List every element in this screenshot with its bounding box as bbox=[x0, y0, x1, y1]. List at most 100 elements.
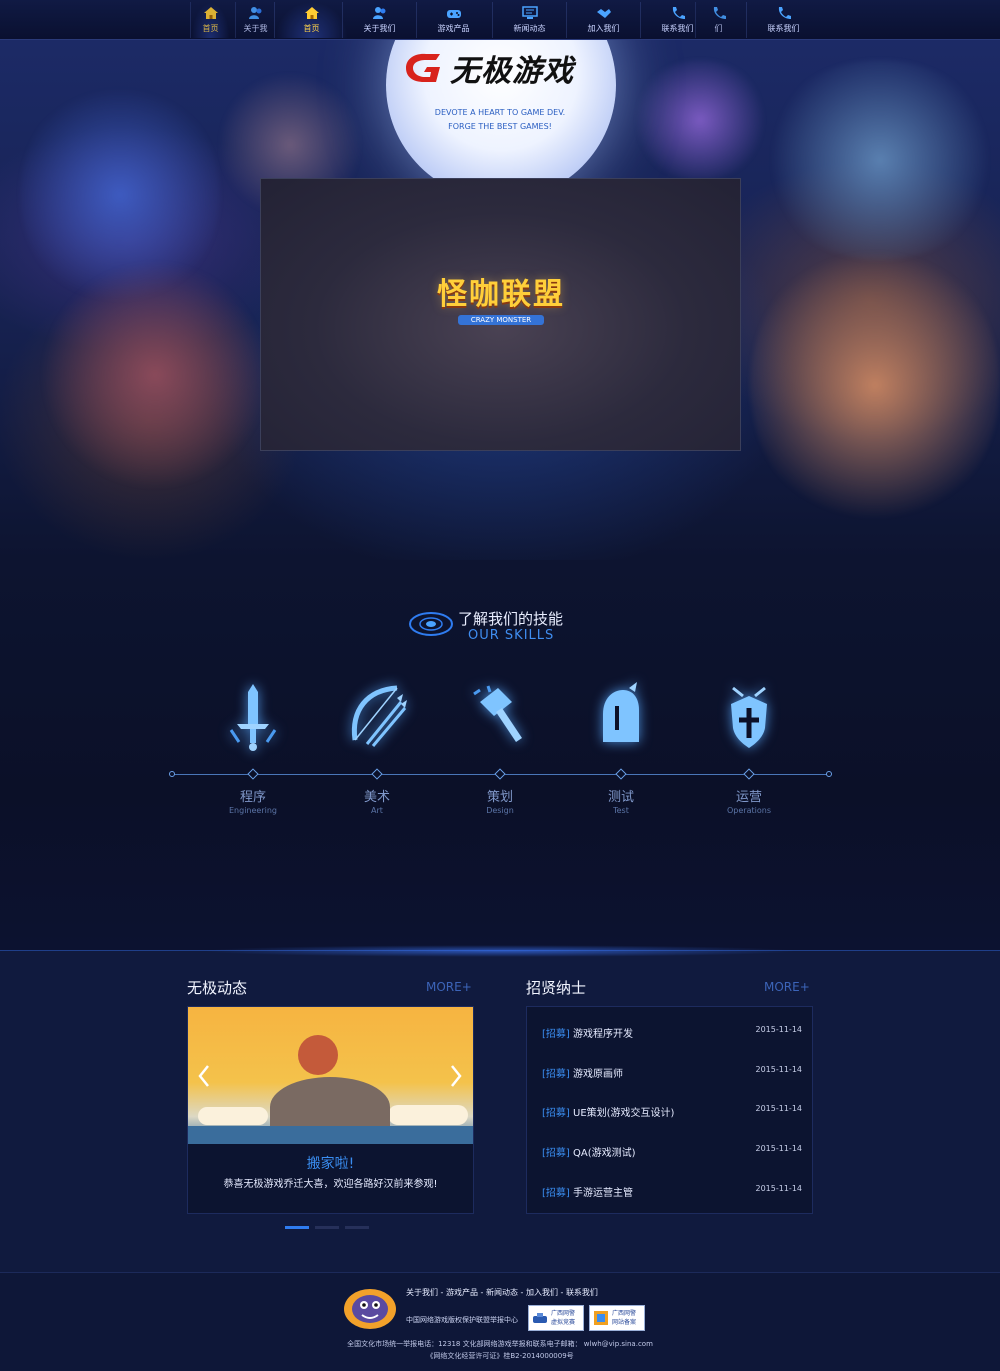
nav-item[interactable]: 关于我 bbox=[235, 2, 275, 38]
job-item[interactable]: [招募] UE策划(游戏交互设计) 2015-11-14 bbox=[542, 1104, 802, 1120]
site-logo[interactable]: 无极游戏 bbox=[400, 46, 600, 90]
handshake-icon bbox=[596, 6, 612, 20]
game-logo-en: CRAZY MONSTER bbox=[458, 315, 544, 325]
job-tag: [招募] bbox=[542, 1069, 570, 1080]
job-item[interactable]: [招募] 手游运营主管 2015-11-14 bbox=[542, 1184, 802, 1200]
hero-banner: 无极游戏 DEVOTE A HEART TO GAME DEV. FORGE T… bbox=[0, 40, 1000, 560]
shield-icon bbox=[731, 686, 767, 748]
jobs-list: [招募] 游戏程序开发 2015-11-14 [招募] 游戏原画师 2015-1… bbox=[526, 1006, 813, 1214]
footer-license-line: 《网络文化经营许可证》桂B2-2014000009号 bbox=[426, 1352, 574, 1360]
skill-engineering[interactable]: 程序 Engineering bbox=[203, 680, 303, 815]
bow-icon bbox=[351, 685, 407, 747]
job-date: 2015-11-14 bbox=[755, 1184, 803, 1193]
job-tag: [招募] bbox=[542, 1148, 570, 1159]
skill-test[interactable]: 测试 Test bbox=[571, 680, 671, 815]
job-tag: [招募] bbox=[542, 1188, 570, 1199]
nav-item[interactable]: 首页 bbox=[190, 2, 230, 38]
job-name: 手游运营主管 bbox=[573, 1188, 633, 1199]
news-image[interactable] bbox=[188, 1007, 473, 1144]
police-car-icon bbox=[533, 1313, 547, 1323]
nav-label: 关于我 bbox=[243, 24, 268, 33]
news-header: 无极动态 MORE+ bbox=[187, 977, 474, 999]
hero-slogan: DEVOTE A HEART TO GAME DEV. FORGE THE BE… bbox=[400, 106, 600, 134]
skill-art[interactable]: 美术 Art bbox=[327, 680, 427, 815]
skill-sublabel: Design bbox=[486, 806, 514, 815]
carousel-dot[interactable] bbox=[315, 1226, 339, 1229]
link-separator: - bbox=[517, 1288, 526, 1297]
skill-design[interactable]: 策划 Design bbox=[450, 680, 550, 815]
nav-item[interactable]: 联系我们 bbox=[746, 2, 820, 38]
timeline-node bbox=[494, 768, 506, 780]
carousel-dots bbox=[285, 1226, 375, 1230]
nav-label: 关于我们 bbox=[363, 24, 396, 33]
slogan-line-2: FORGE THE BEST GAMES! bbox=[448, 122, 552, 131]
nav-item[interactable]: 加入我们 bbox=[566, 2, 640, 38]
badge-line: 虚拟竞赛 bbox=[551, 1319, 576, 1326]
logo-text: 无极游戏 bbox=[450, 54, 574, 89]
link-separator: - bbox=[438, 1288, 446, 1297]
job-date: 2015-11-14 bbox=[755, 1025, 803, 1034]
skill-label: 测试 bbox=[607, 790, 634, 805]
job-item[interactable]: [招募] 游戏原画师 2015-11-14 bbox=[542, 1065, 802, 1081]
record-badge[interactable]: 广西网警 网站备案 bbox=[589, 1305, 645, 1331]
timeline-end bbox=[826, 771, 832, 777]
hammer-icon bbox=[473, 685, 522, 742]
nav-label: 新闻动态 bbox=[513, 24, 546, 33]
nav-item[interactable]: 们 bbox=[695, 2, 741, 38]
carousel-dot[interactable] bbox=[285, 1226, 309, 1229]
jobs-more-link[interactable]: MORE+ bbox=[764, 980, 810, 994]
job-date: 2015-11-14 bbox=[755, 1065, 803, 1074]
phone-icon bbox=[776, 6, 792, 20]
nav-menu: 首页 关于我 首页 关于我们 游戏产品 新闻动态 加入我们 联系我们们联系我们 bbox=[190, 2, 820, 38]
news-section: 无极动态 MORE+ 搬家啦! 恭喜无极游戏乔迁大喜，欢迎各路好汉前来参观! 招… bbox=[0, 945, 1000, 1272]
carousel-dot[interactable] bbox=[345, 1226, 369, 1229]
nav-item[interactable]: 首页 bbox=[274, 2, 348, 38]
users-icon bbox=[248, 6, 264, 20]
footer-link-news[interactable]: 新闻动态 bbox=[486, 1288, 518, 1297]
job-tag: [招募] bbox=[542, 1108, 570, 1119]
job-item[interactable]: [招募] 游戏程序开发 2015-11-14 bbox=[542, 1025, 802, 1041]
sword-icon bbox=[229, 684, 277, 751]
skill-sublabel: Operations bbox=[727, 806, 771, 815]
footer-link-about[interactable]: 关于我们 bbox=[406, 1288, 438, 1297]
nav-item[interactable]: 新闻动态 bbox=[492, 2, 566, 38]
news-title: 无极动态 bbox=[187, 979, 248, 997]
skill-sublabel: Art bbox=[371, 806, 383, 815]
character-art bbox=[40, 260, 270, 490]
job-name: 游戏原画师 bbox=[573, 1069, 623, 1080]
news-more-link[interactable]: MORE+ bbox=[426, 980, 472, 994]
nav-item[interactable]: 关于我们 bbox=[342, 2, 416, 38]
job-tag: [招募] bbox=[542, 1029, 570, 1040]
timeline-node bbox=[247, 768, 259, 780]
cloud-shape bbox=[198, 1107, 268, 1125]
footer-links: 关于我们 - 游戏产品 - 新闻动态 - 加入我们 - 联系我们 bbox=[406, 1287, 598, 1298]
news-headline[interactable]: 搬家啦! bbox=[188, 1153, 473, 1173]
footer-link-join[interactable]: 加入我们 bbox=[526, 1288, 558, 1297]
nav-label: 游戏产品 bbox=[437, 24, 470, 33]
skill-operations[interactable]: 运营 Operations bbox=[699, 680, 799, 815]
sea-shape bbox=[188, 1126, 473, 1144]
skill-label: 运营 bbox=[735, 790, 762, 805]
character-art bbox=[630, 60, 770, 180]
timeline-node bbox=[743, 768, 755, 780]
skill-label: 程序 bbox=[239, 790, 266, 805]
timeline-start bbox=[169, 771, 175, 777]
footer-link-contact[interactable]: 联系我们 bbox=[566, 1288, 598, 1297]
site-footer: 关于我们 - 游戏产品 - 新闻动态 - 加入我们 - 联系我们 中国网络游戏版… bbox=[0, 1272, 1000, 1371]
home-icon bbox=[304, 6, 320, 20]
prev-arrow-icon[interactable] bbox=[198, 1065, 210, 1087]
character-art bbox=[760, 60, 1000, 260]
nav-item[interactable]: 游戏产品 bbox=[416, 2, 490, 38]
footer-link-products[interactable]: 游戏产品 bbox=[446, 1288, 478, 1297]
nav-label: 首页 bbox=[202, 24, 219, 33]
police-badge[interactable]: 广西网警 虚拟竞赛 bbox=[528, 1305, 584, 1331]
footer-report-line: 全国文化市场统一举报电话：12318 文化部网络游戏举报和联系电子邮箱： wlw… bbox=[347, 1340, 653, 1348]
next-arrow-icon[interactable] bbox=[450, 1065, 462, 1087]
phone-icon bbox=[670, 6, 686, 20]
video-player[interactable]: 怪咖联盟 CRAZY MONSTER bbox=[261, 179, 740, 450]
nav-label: 联系我们 bbox=[767, 24, 800, 33]
character-art bbox=[750, 240, 1000, 530]
job-name: QA(游戏测试) bbox=[573, 1148, 636, 1159]
timeline-node bbox=[615, 768, 627, 780]
job-item[interactable]: [招募] QA(游戏测试) 2015-11-14 bbox=[542, 1144, 802, 1160]
